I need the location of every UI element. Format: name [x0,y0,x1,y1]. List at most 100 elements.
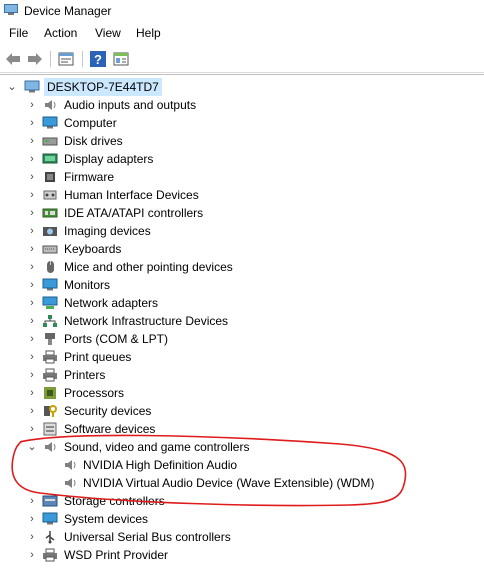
chevron-right-icon[interactable]: › [26,330,38,348]
forward-arrow-icon[interactable] [26,50,44,68]
chevron-right-icon[interactable]: › [26,96,38,114]
tree-node-storage-controllers[interactable]: › Storage controllers [0,492,484,510]
tree-child-nvidia-hd-audio[interactable]: NVIDIA High Definition Audio [0,456,484,474]
chevron-right-icon[interactable]: › [26,258,38,276]
display-adapter-icon [42,153,58,164]
printer-icon [43,548,57,562]
chevron-right-icon[interactable]: › [26,546,38,564]
tree-node-print-queues[interactable]: › Print queues [0,348,484,366]
tree-node-label: Imaging devices [64,224,151,238]
tree-node-label: Sound, video and game controllers [64,440,250,454]
chevron-right-icon[interactable]: › [26,276,38,294]
tree-node-audio-inputs[interactable]: › Audio inputs and outputs [0,96,484,114]
tree-node-label: IDE ATA/ATAPI controllers [64,206,204,220]
chevron-right-icon[interactable]: › [26,114,38,132]
menu-action[interactable]: Action [43,26,78,40]
tree-node-processors[interactable]: › Processors [0,384,484,402]
tree-node-label: Human Interface Devices [64,188,199,202]
chevron-right-icon[interactable]: › [26,240,38,258]
tree-node-imaging-devices[interactable]: › Imaging devices [0,222,484,240]
menu-help[interactable]: Help [135,26,162,40]
tree-node-hid[interactable]: › Human Interface Devices [0,186,484,204]
chevron-right-icon[interactable]: › [26,150,38,168]
toolbar: ? [0,46,484,73]
tree-node-monitors[interactable]: › Monitors [0,276,484,294]
tree-root[interactable]: ⌄ DESKTOP-7E44TD7 [0,78,484,96]
tree-node-disk-drives[interactable]: › Disk drives [0,132,484,150]
tree-node-sound-video-game[interactable]: ⌄ Sound, video and game controllers [0,438,484,456]
tree-node-display-adapters[interactable]: › Display adapters [0,150,484,168]
tree-node-label: Display adapters [64,152,154,166]
tree-node-security-devices[interactable]: › Security devices [0,402,484,420]
back-arrow-icon[interactable] [4,50,22,68]
tree-node-computer[interactable]: › Computer [0,114,484,132]
tree-node-software-devices[interactable]: › Software devices [0,420,484,438]
usb-icon [45,531,55,544]
printer-icon [43,368,57,382]
tree-child-label: NVIDIA Virtual Audio Device (Wave Extens… [83,476,375,490]
chevron-right-icon[interactable]: › [26,420,38,438]
tree-node-printers[interactable]: › Printers [0,366,484,384]
speaker-icon [45,442,56,452]
chevron-right-icon[interactable]: › [26,132,38,150]
tree-node-ports[interactable]: › Ports (COM & LPT) [0,330,484,348]
tree-node-wsd-print-provider[interactable]: › WSD Print Provider [0,546,484,564]
chevron-right-icon[interactable]: › [26,402,38,420]
computer-icon [24,80,40,93]
chevron-right-icon[interactable]: › [26,204,38,222]
chevron-right-icon[interactable]: › [26,222,38,240]
tree-node-label: Processors [64,386,125,400]
tree-node-label: Security devices [64,404,152,418]
toolbar-separator [50,51,51,67]
storage-icon [42,495,58,507]
chevron-right-icon[interactable]: › [26,510,38,528]
chevron-right-icon[interactable]: › [26,168,38,186]
chevron-right-icon[interactable]: › [26,492,38,510]
network-infra-icon [43,315,57,327]
tree-node-ide-controllers[interactable]: › IDE ATA/ATAPI controllers [0,204,484,222]
chevron-right-icon[interactable]: › [26,366,38,384]
menu-view[interactable]: View [94,26,122,40]
menu-file[interactable]: File [8,26,29,40]
help-icon[interactable]: ? [89,50,107,68]
security-icon [44,405,57,417]
disk-icon [42,137,58,146]
monitor-icon [42,116,58,129]
chevron-right-icon[interactable]: › [26,294,38,312]
device-tree: ⌄ DESKTOP-7E44TD7 › Audio inputs and out… [0,74,484,574]
tree-node-label: Network Infrastructure Devices [64,314,229,328]
chevron-right-icon[interactable]: › [26,348,38,366]
hid-icon [43,190,57,200]
device-manager-icon [4,4,18,15]
network-icon [42,296,58,309]
tree-node-mice[interactable]: › Mice and other pointing devices [0,258,484,276]
chevron-right-icon[interactable]: › [26,528,38,546]
chip-icon [45,172,55,182]
chevron-right-icon[interactable]: › [26,384,38,402]
tree-node-label: Firmware [64,170,114,184]
keyboard-icon [42,245,58,254]
tree-node-label: Computer [64,116,117,130]
title-bar: Device Manager [0,0,484,22]
system-icon [42,512,58,525]
speaker-icon [65,460,76,470]
tree-node-system-devices[interactable]: › System devices [0,510,484,528]
chevron-right-icon[interactable]: › [26,186,38,204]
properties-icon[interactable] [57,50,75,68]
tree-node-label: Keyboards [64,242,122,256]
chevron-right-icon[interactable]: › [26,312,38,330]
view-icon[interactable] [112,50,130,68]
chevron-down-icon[interactable]: ⌄ [6,78,18,96]
tree-node-network-adapters[interactable]: › Network adapters [0,294,484,312]
speaker-icon [65,478,76,488]
tree-node-label: Printers [64,368,106,382]
tree-node-keyboards[interactable]: › Keyboards [0,240,484,258]
tree-node-network-infrastructure[interactable]: › Network Infrastructure Devices [0,312,484,330]
mouse-icon [47,261,54,273]
tree-node-usb-controllers[interactable]: › Universal Serial Bus controllers [0,528,484,546]
tree-child-nvidia-virtual-audio[interactable]: NVIDIA Virtual Audio Device (Wave Extens… [0,474,484,492]
chevron-down-icon[interactable]: ⌄ [26,438,38,456]
monitor-icon [42,278,58,291]
tree-node-firmware[interactable]: › Firmware [0,168,484,186]
tree-node-label: Disk drives [64,134,123,148]
